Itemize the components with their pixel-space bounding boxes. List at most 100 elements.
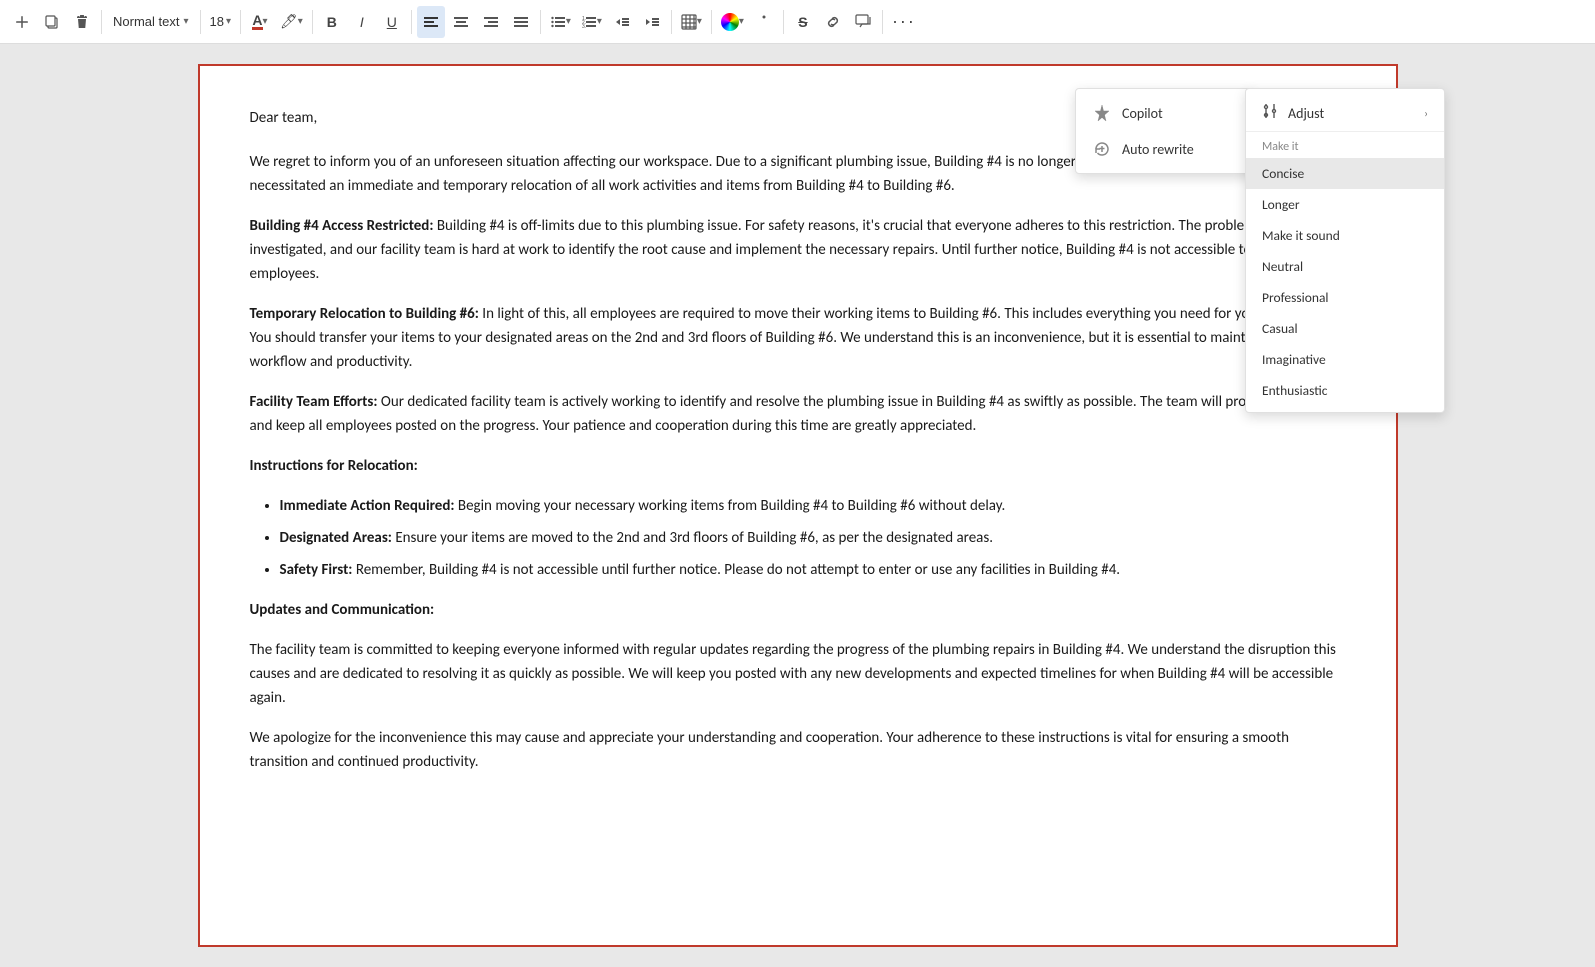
main-area: Dear team, We regret to inform you of an… bbox=[0, 44, 1595, 967]
font-size-value: 18 bbox=[210, 14, 224, 29]
indent-decrease-icon bbox=[614, 14, 630, 30]
adjust-make-sound[interactable]: Make it sound bbox=[1246, 220, 1444, 251]
trash-icon bbox=[74, 14, 90, 30]
adjust-enthusiastic[interactable]: Enthusiastic bbox=[1246, 375, 1444, 406]
bullet2-body: Ensure your items are moved to the 2nd a… bbox=[392, 529, 993, 547]
strikethrough-icon: S bbox=[798, 14, 807, 30]
adjust-casual[interactable]: Casual bbox=[1246, 313, 1444, 344]
sep10 bbox=[882, 10, 883, 34]
bold-btn[interactable]: B bbox=[318, 6, 346, 38]
section3-title: Facility Team Efforts: bbox=[250, 393, 378, 411]
text-color-chevron: ▾ bbox=[263, 16, 268, 27]
section5-title: Updates and Communication: bbox=[250, 601, 435, 619]
accessibility-btn[interactable] bbox=[750, 6, 778, 38]
adjust-neutral[interactable]: Neutral bbox=[1246, 251, 1444, 282]
sep5 bbox=[411, 10, 412, 34]
section4-title-para: Instructions for Relocation: bbox=[250, 454, 1346, 478]
style-dropdown[interactable]: Normal text ▾ bbox=[107, 6, 195, 38]
link-btn[interactable] bbox=[819, 6, 847, 38]
align-right-icon bbox=[483, 14, 499, 30]
indent-decrease-btn[interactable] bbox=[608, 6, 636, 38]
italic-btn[interactable]: I bbox=[348, 6, 376, 38]
comment-btn[interactable] bbox=[849, 6, 877, 38]
adjust-longer[interactable]: Longer bbox=[1246, 189, 1444, 220]
align-center-icon bbox=[453, 14, 469, 30]
table-chevron: ▾ bbox=[697, 16, 702, 27]
bullet3-body: Remember, Building #4 is not accessible … bbox=[352, 561, 1120, 579]
italic-label: I bbox=[360, 14, 364, 30]
color-circle-icon bbox=[721, 13, 739, 31]
comment-icon bbox=[855, 14, 871, 30]
indent-increase-btn[interactable] bbox=[638, 6, 666, 38]
adjust-imaginative[interactable]: Imaginative bbox=[1246, 344, 1444, 375]
text-color-icon: A bbox=[252, 13, 262, 30]
adjust-concise[interactable]: Concise bbox=[1246, 158, 1444, 189]
bullet-list: Immediate Action Required: Begin moving … bbox=[280, 494, 1346, 582]
strikethrough-btn[interactable]: S bbox=[789, 6, 817, 38]
svg-text:3.: 3. bbox=[582, 24, 586, 30]
numbered-list-btn[interactable]: 1.2.3. ▾ bbox=[577, 6, 606, 38]
sep9 bbox=[783, 10, 784, 34]
copilot-menu-item-copilot[interactable]: Copilot bbox=[1076, 95, 1254, 131]
underline-label: U bbox=[387, 14, 397, 30]
table-icon bbox=[681, 14, 697, 30]
text-color-btn[interactable]: A ▾ bbox=[246, 6, 274, 38]
copilot-icon bbox=[1092, 103, 1112, 123]
sep1 bbox=[101, 10, 102, 34]
accessibility-icon bbox=[756, 14, 772, 30]
section2-title: Temporary Relocation to Building #6: bbox=[250, 305, 479, 323]
table-btn[interactable]: ▾ bbox=[677, 6, 706, 38]
highlight-btn[interactable]: 🖊 ▾ bbox=[276, 6, 307, 38]
bullet3-title: Safety First: bbox=[280, 561, 353, 579]
section1: Building #4 Access Restricted: Building … bbox=[250, 214, 1346, 286]
copilot-menu-item-rewrite[interactable]: Auto rewrite bbox=[1076, 131, 1254, 167]
bold-label: B bbox=[327, 14, 337, 30]
color-theme-chevron: ▾ bbox=[739, 16, 744, 27]
align-center-btn[interactable] bbox=[447, 6, 475, 38]
document[interactable]: Dear team, We regret to inform you of an… bbox=[198, 64, 1398, 947]
section1-title: Building #4 Access Restricted: bbox=[250, 217, 434, 235]
closing-paragraph: We apologize for the inconvenience this … bbox=[250, 726, 1346, 774]
bullet-list-icon bbox=[550, 14, 566, 30]
adjust-menu: Adjust › Make it Concise Longer Make it … bbox=[1245, 88, 1445, 413]
section4-title: Instructions for Relocation: bbox=[250, 457, 418, 475]
font-size-btn[interactable]: 18 ▾ bbox=[206, 6, 236, 38]
adjust-professional[interactable]: Professional bbox=[1246, 282, 1444, 313]
copilot-label: Copilot bbox=[1122, 105, 1163, 122]
section5-body: The facility team is committed to keepin… bbox=[250, 638, 1346, 710]
section2: Temporary Relocation to Building #6: In … bbox=[250, 302, 1346, 374]
more-options-btn[interactable]: ··· bbox=[888, 6, 920, 38]
highlight-icon: 🖊 bbox=[280, 13, 298, 30]
more-options-icon: ··· bbox=[892, 11, 916, 32]
highlight-chevron: ▾ bbox=[298, 16, 303, 27]
align-left-btn[interactable] bbox=[417, 6, 445, 38]
bullet-chevron: ▾ bbox=[566, 16, 571, 27]
section3: Facility Team Efforts: Our dedicated fac… bbox=[250, 390, 1346, 438]
numbered-list-icon: 1.2.3. bbox=[581, 14, 597, 30]
bullet1-body: Begin moving your necessary working item… bbox=[455, 497, 1006, 515]
add-icon-btn[interactable] bbox=[8, 6, 36, 38]
bullet-item-1: Immediate Action Required: Begin moving … bbox=[280, 494, 1346, 518]
sep4 bbox=[312, 10, 313, 34]
rewrite-icon bbox=[1092, 139, 1112, 159]
align-right-btn[interactable] bbox=[477, 6, 505, 38]
toolbar: Normal text ▾ 18 ▾ A ▾ 🖊 ▾ B I U bbox=[0, 0, 1595, 44]
add-icon bbox=[14, 14, 30, 30]
bullet-item-2: Designated Areas: Ensure your items are … bbox=[280, 526, 1346, 550]
adjust-menu-header[interactable]: Adjust › bbox=[1246, 95, 1444, 132]
underline-btn[interactable]: U bbox=[378, 6, 406, 38]
copy-btn[interactable] bbox=[38, 6, 66, 38]
style-label: Normal text bbox=[113, 14, 179, 29]
bullet-list-btn[interactable]: ▾ bbox=[546, 6, 575, 38]
align-justify-btn[interactable] bbox=[507, 6, 535, 38]
link-icon bbox=[825, 14, 841, 30]
copilot-menu: Copilot Auto rewrite bbox=[1075, 88, 1255, 174]
bullet1-title: Immediate Action Required: bbox=[280, 497, 455, 515]
color-theme-btn[interactable]: ▾ bbox=[717, 6, 748, 38]
indent-increase-icon bbox=[644, 14, 660, 30]
delete-btn[interactable] bbox=[68, 6, 96, 38]
rewrite-label: Auto rewrite bbox=[1122, 141, 1194, 158]
sep8 bbox=[711, 10, 712, 34]
align-left-icon bbox=[423, 14, 439, 30]
numbered-chevron: ▾ bbox=[597, 16, 602, 27]
